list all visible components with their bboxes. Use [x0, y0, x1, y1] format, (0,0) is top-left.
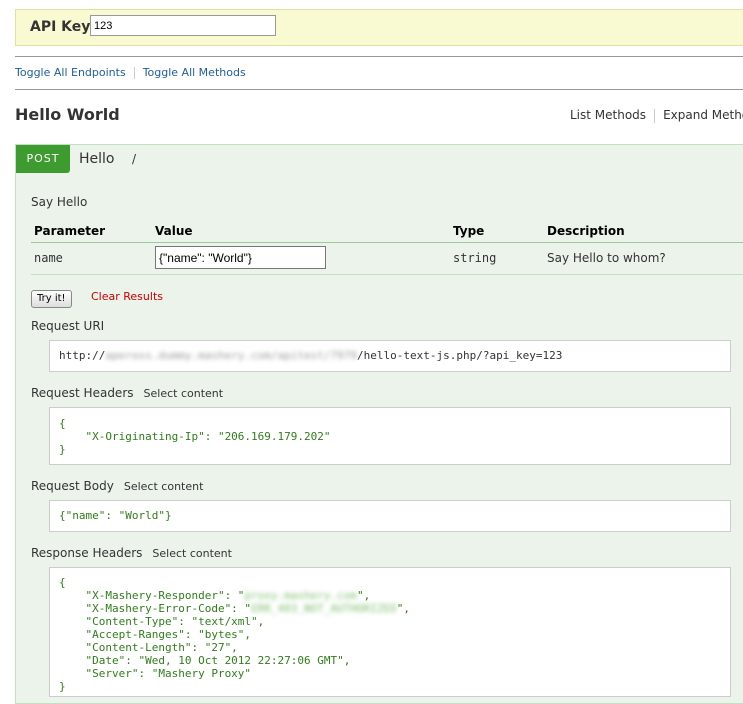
expand-methods-link[interactable]: Expand Methods — [663, 108, 743, 122]
response-headers-heading: Response Headers Select content — [31, 546, 232, 560]
parameter-description: Say Hello to whom? — [547, 251, 666, 265]
clear-results-link[interactable]: Clear Results — [91, 290, 163, 303]
request-uri-label: Request URI — [31, 319, 105, 333]
select-content-link[interactable]: Select content — [152, 547, 232, 560]
code-line: "X-Mashery-Error-Code": "ERR_403_NOT_AUT… — [59, 602, 721, 615]
header-key: "X-Mashery-Responder": " — [59, 589, 245, 602]
request-body-heading: Request Body Select content — [31, 479, 203, 493]
parameter-type: string — [453, 251, 497, 265]
response-headers-label: Response Headers — [31, 546, 143, 560]
header-key: "X-Mashery-Error-Code": " — [59, 602, 252, 615]
header-tail: ", — [396, 602, 411, 615]
parameters-header: Parameter Value Type Description — [31, 221, 743, 243]
parameter-row: name string Say Hello to whom? — [31, 243, 743, 275]
operation-name[interactable]: Hello — [79, 151, 115, 167]
api-key-bar: API Key: — [15, 9, 743, 46]
divider — [15, 56, 743, 57]
api-key-input[interactable] — [90, 15, 276, 36]
operation-panel: POST Hello / Say Hello Parameter Value T… — [15, 144, 743, 704]
code-line: } — [59, 443, 66, 456]
redacted-value: proxy.mashery.com — [244, 589, 358, 602]
http-method-badge[interactable]: POST — [16, 145, 70, 173]
column-value: Value — [155, 224, 193, 238]
operation-path[interactable]: / — [132, 152, 136, 166]
column-type: Type — [453, 224, 485, 238]
request-headers-label: Request Headers — [31, 386, 134, 400]
toggle-links: Toggle All Endpoints Toggle All Methods — [15, 66, 246, 79]
operation-description: Say Hello — [31, 195, 88, 209]
toggle-all-methods-link[interactable]: Toggle All Methods — [143, 66, 246, 79]
select-content-link[interactable]: Select content — [124, 480, 204, 493]
request-headers-box[interactable]: { "X-Originating-Ip": "206.169.179.202"} — [49, 407, 731, 465]
uri-suffix: /hello-text-js.php/?api_key=123 — [357, 349, 563, 362]
column-description: Description — [547, 224, 625, 238]
code-line: "Accept-Ranges": "bytes", — [59, 628, 252, 641]
header-tail: ", — [357, 589, 371, 602]
toggle-all-endpoints-link[interactable]: Toggle All Endpoints — [15, 66, 126, 79]
request-headers-heading: Request Headers Select content — [31, 386, 223, 400]
resource-title[interactable]: Hello World — [15, 105, 120, 124]
parameter-name: name — [34, 251, 63, 265]
request-body-text: {"name": "World"} — [59, 509, 172, 522]
code-line: "Server": "Mashery Proxy" — [59, 667, 252, 680]
divider — [15, 89, 743, 90]
separator — [133, 67, 135, 79]
resource-links: List Methods Expand Methods — [570, 108, 743, 123]
try-it-button[interactable]: Try it! — [31, 290, 72, 308]
list-methods-link[interactable]: List Methods — [570, 108, 646, 122]
code-line: "Content-Type": "text/xml", — [59, 615, 265, 628]
request-body-label: Request Body — [31, 479, 114, 493]
code-line: { — [59, 417, 66, 430]
redacted-value: ERR_403_NOT_AUTHORIZED — [251, 602, 397, 615]
separator — [654, 108, 656, 123]
code-line: } — [59, 680, 66, 693]
response-headers-box[interactable]: { "X-Mashery-Responder": "proxy.mashery.… — [49, 567, 731, 697]
uri-prefix: http:// — [59, 349, 106, 362]
code-line: "Date": "Wed, 10 Oct 2012 22:27:06 GMT", — [59, 654, 351, 667]
column-parameter: Parameter — [34, 224, 106, 238]
api-key-label: API Key: — [30, 19, 97, 35]
code-line: "X-Originating-Ip": "206.169.179.202" — [59, 430, 331, 443]
request-body-box[interactable]: {"name": "World"} — [49, 500, 731, 532]
code-line: "Content-Length": "27", — [59, 641, 238, 654]
redacted-host: apeross.dummy.mashery.com/apitest/7979 — [105, 349, 358, 362]
select-content-link[interactable]: Select content — [144, 387, 224, 400]
request-uri-box[interactable]: http://apeross.dummy.mashery.com/apitest… — [49, 340, 731, 372]
parameter-value-input[interactable] — [155, 246, 326, 269]
code-line: { — [59, 576, 66, 589]
code-line: "X-Mashery-Responder": "proxy.mashery.co… — [59, 589, 721, 602]
